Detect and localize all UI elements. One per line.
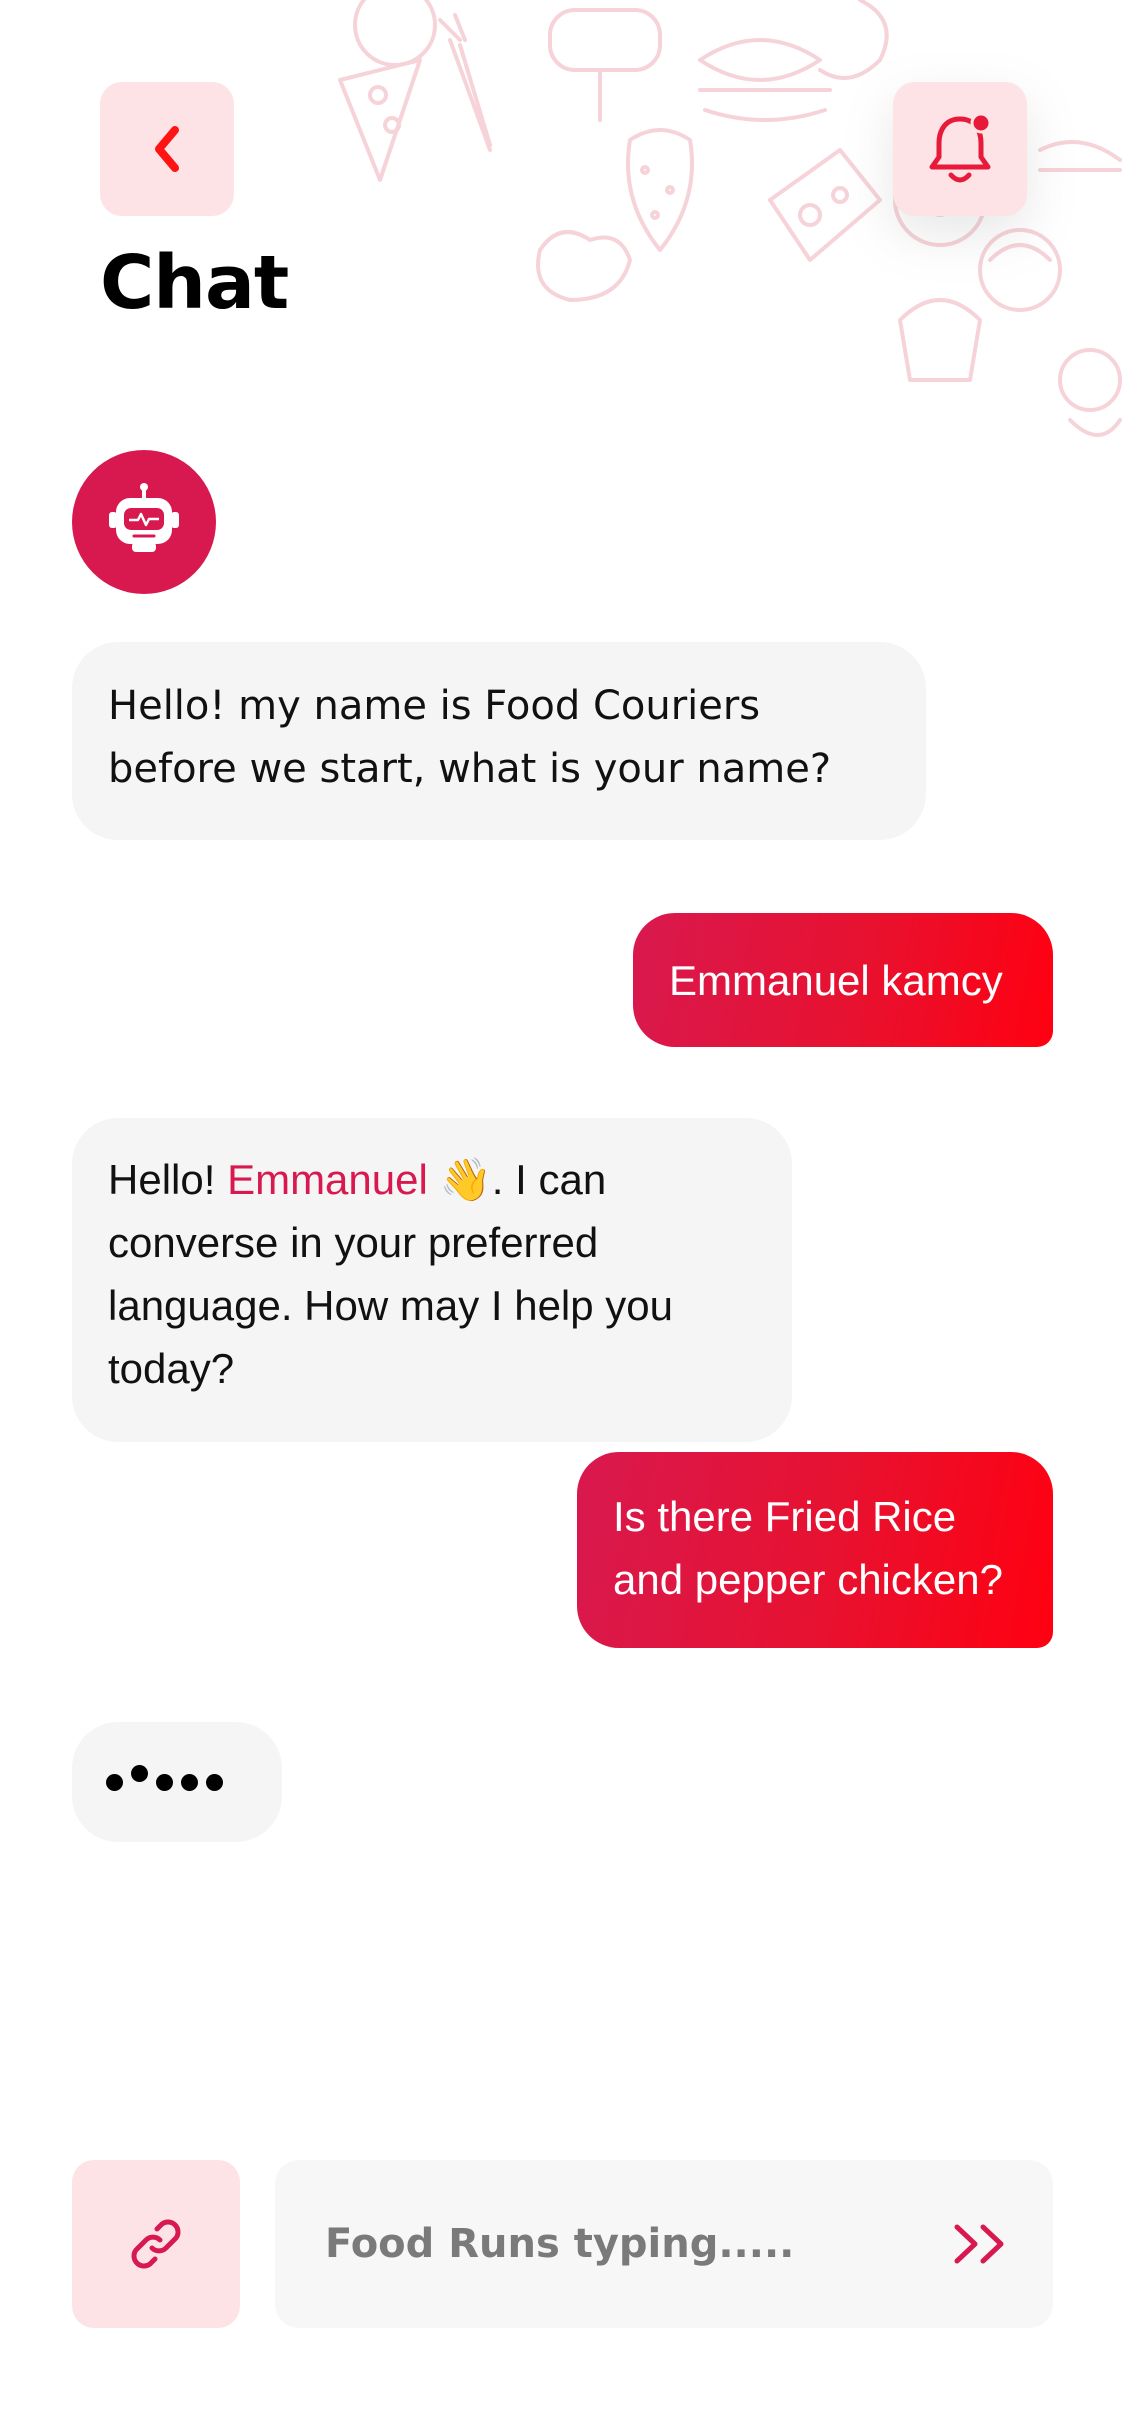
back-button[interactable] (100, 82, 234, 216)
typing-dot (131, 1764, 148, 1782)
typing-dot (156, 1773, 173, 1791)
bell-icon (929, 112, 992, 183)
robot-icon (109, 483, 179, 552)
typing-dot (106, 1773, 123, 1791)
bot-message: Hello! Emmanuel 👋. I can converse in you… (72, 1118, 792, 1442)
link-icon (131, 2219, 181, 2269)
message-text-part: Hello! (108, 1156, 228, 1203)
page-title: Chat (100, 240, 289, 326)
food-doodle-background (300, 0, 1125, 470)
user-message: Is there Fried Rice and pepper chicken? (577, 1452, 1053, 1648)
typing-indicator (72, 1722, 282, 1842)
double-chevron-right-icon (954, 2224, 1004, 2264)
bot-avatar (72, 450, 216, 594)
unread-badge (970, 112, 992, 134)
typing-dot (206, 1773, 223, 1791)
chevron-left-icon (155, 126, 179, 172)
message-input-placeholder: Food Runs typing..... (325, 2221, 795, 2267)
message-text: Hello! my name is Food Couriers before w… (108, 683, 832, 792)
user-message: Emmanuel kamcy (633, 913, 1053, 1047)
attach-button[interactable] (72, 2160, 240, 2328)
typing-dot (181, 1773, 198, 1791)
user-name-highlight: Emmanuel (227, 1156, 428, 1203)
message-text: Is there Fried Rice and pepper chicken? (613, 1493, 1003, 1603)
send-button[interactable] (949, 2219, 1013, 2269)
notification-button[interactable] (893, 82, 1027, 216)
message-input[interactable]: Food Runs typing..... (275, 2160, 1053, 2328)
waving-hand-emoji: 👋 (439, 1156, 492, 1203)
bot-message: Hello! my name is Food Couriers before w… (72, 642, 926, 840)
message-text: Emmanuel kamcy (669, 956, 1003, 1004)
